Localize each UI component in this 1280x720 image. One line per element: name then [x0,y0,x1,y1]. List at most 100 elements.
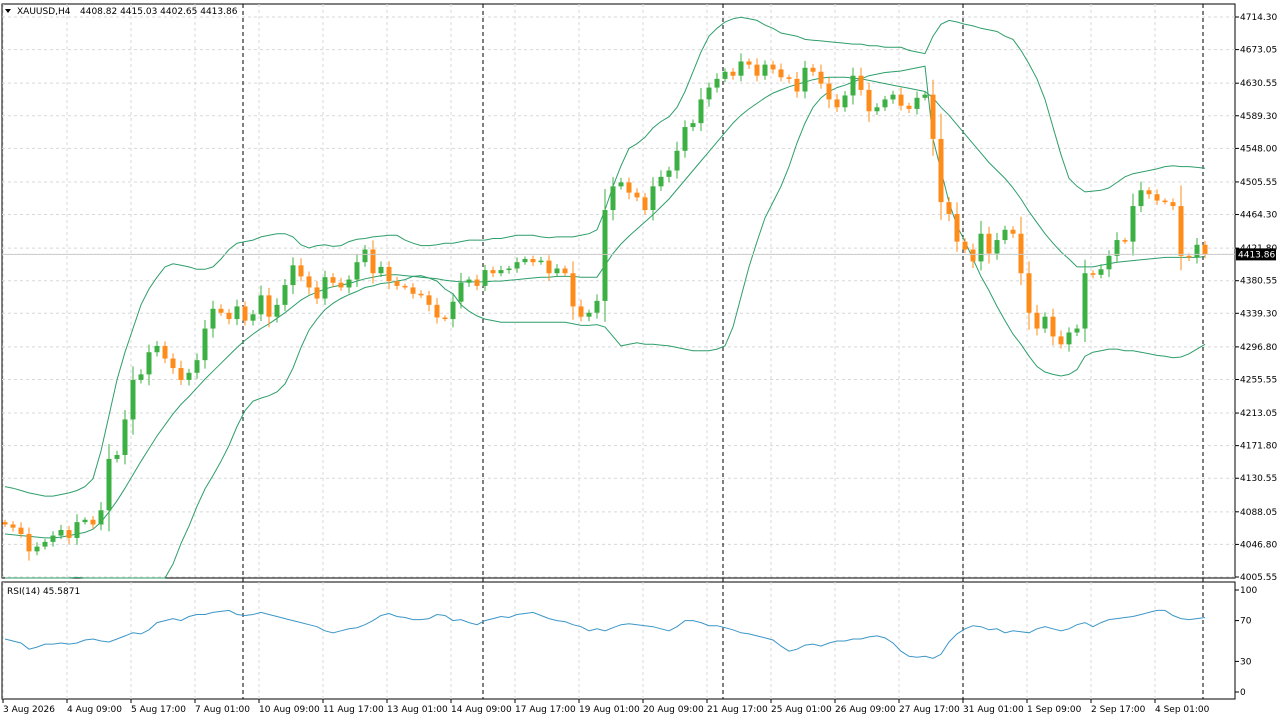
candle-bearish[interactable] [18,527,24,534]
candle-bullish[interactable] [610,186,616,211]
candle-bullish[interactable] [258,295,264,315]
candle-bullish[interactable] [202,328,208,361]
candle-bearish[interactable] [962,241,968,250]
candle-bullish[interactable] [978,233,984,262]
candle-bullish[interactable] [706,87,712,100]
candle-bearish[interactable] [530,259,536,263]
candle-bearish[interactable] [442,317,448,320]
candle-bearish[interactable] [810,67,816,72]
candle-bearish[interactable] [170,358,176,369]
candle-bullish[interactable] [722,71,728,79]
candle-bullish[interactable] [690,123,696,128]
candle-bearish[interactable] [162,345,168,359]
candle-bearish[interactable] [906,105,912,109]
candle-bullish[interactable] [842,95,848,108]
candle-bullish[interactable] [498,270,504,274]
candle-bullish[interactable] [74,522,80,538]
candle-bullish[interactable] [1098,269,1104,275]
candle-bullish[interactable] [458,282,464,302]
candle-bullish[interactable] [82,519,88,523]
candle-bullish[interactable] [506,268,512,271]
candle-bullish[interactable] [922,94,928,98]
candle-bearish[interactable] [178,368,184,380]
candle-bullish[interactable] [274,304,280,317]
candle-bullish[interactable] [378,266,384,274]
candle-bullish[interactable] [602,210,608,301]
candle-bullish[interactable] [210,308,216,329]
candle-bullish[interactable] [42,541,48,547]
candle-bullish[interactable] [618,182,624,187]
candle-bearish[interactable] [26,533,32,552]
candle-bullish[interactable] [466,279,472,283]
candle-bearish[interactable] [818,71,824,84]
candle-bullish[interactable] [554,268,560,274]
candle-bullish[interactable] [186,372,192,380]
candle-bearish[interactable] [370,249,376,274]
candle-bullish[interactable] [290,265,296,286]
candle-bullish[interactable] [354,262,360,280]
candle-bullish[interactable] [58,530,64,536]
candle-bearish[interactable] [226,312,232,320]
candle-bearish[interactable] [570,273,576,307]
candle-bearish[interactable] [386,266,392,282]
candle-bearish[interactable] [898,94,904,106]
candle-bearish[interactable] [266,295,272,317]
candle-bearish[interactable] [946,202,952,214]
candle-bullish[interactable] [450,301,456,320]
candle-bullish[interactable] [850,75,856,96]
candle-bullish[interactable] [98,510,104,525]
candle-bearish[interactable] [1050,316,1056,337]
candle-bullish[interactable] [346,279,352,288]
candle-bearish[interactable] [1034,312,1040,329]
candle-bearish[interactable] [794,78,800,92]
candle-bullish[interactable] [914,97,920,109]
candle-bearish[interactable] [1026,273,1032,313]
candle-bearish[interactable] [786,77,792,79]
candle-bullish[interactable] [1042,316,1048,329]
candle-bearish[interactable] [930,94,936,139]
candle-bearish[interactable] [986,233,992,254]
candle-bearish[interactable] [866,89,872,112]
candle-bullish[interactable] [522,259,528,263]
candle-bearish[interactable] [626,182,632,193]
candle-bearish[interactable] [1154,194,1160,201]
candle-bullish[interactable] [698,99,704,124]
chart-window[interactable]: 4714.30 4673.05 4630.55 4589.30 4548.00 4505.… [0,0,1280,720]
candle-bearish[interactable] [970,249,976,262]
candle-bearish[interactable] [1186,255,1192,258]
candle-bullish[interactable] [122,419,128,455]
candle-bullish[interactable] [250,314,256,321]
candle-bearish[interactable] [10,524,16,528]
candle-bearish[interactable] [394,281,400,286]
candle-bullish[interactable] [50,535,56,542]
time-axis[interactable]: 3 Aug 2026 4 Aug 09:00 5 Aug 17:00 7 Aug 01… [2,699,1210,715]
candle-bullish[interactable] [538,260,544,263]
candle-bullish[interactable] [106,458,112,511]
candle-bearish[interactable] [474,279,480,286]
candle-bearish[interactable] [1122,240,1128,242]
candle-bullish[interactable] [1194,244,1200,258]
candle-bearish[interactable] [1018,233,1024,274]
candle-bearish[interactable] [746,61,752,65]
candle-bullish[interactable] [738,61,744,76]
candle-bearish[interactable] [778,69,784,78]
candle-bullish[interactable] [874,107,880,112]
candle-bullish[interactable] [658,176,664,187]
candle-bullish[interactable] [282,285,288,305]
candle-bullish[interactable] [650,186,656,211]
candle-bullish[interactable] [322,277,328,299]
candle-bullish[interactable] [1114,240,1120,256]
candle-bearish[interactable] [330,277,336,283]
candle-bullish[interactable] [154,345,160,353]
candle-bearish[interactable] [546,260,552,274]
candle-bearish[interactable] [66,530,72,538]
candle-bullish[interactable] [362,249,368,263]
candle-bearish[interactable] [90,519,96,525]
candle-bearish[interactable] [642,197,648,211]
candle-bullish[interactable] [682,127,688,151]
candle-bearish[interactable] [1162,200,1168,203]
candle-bearish[interactable] [338,282,344,288]
candle-bearish[interactable] [770,64,776,70]
candle-bullish[interactable] [586,312,592,317]
candle-bearish[interactable] [410,287,416,294]
